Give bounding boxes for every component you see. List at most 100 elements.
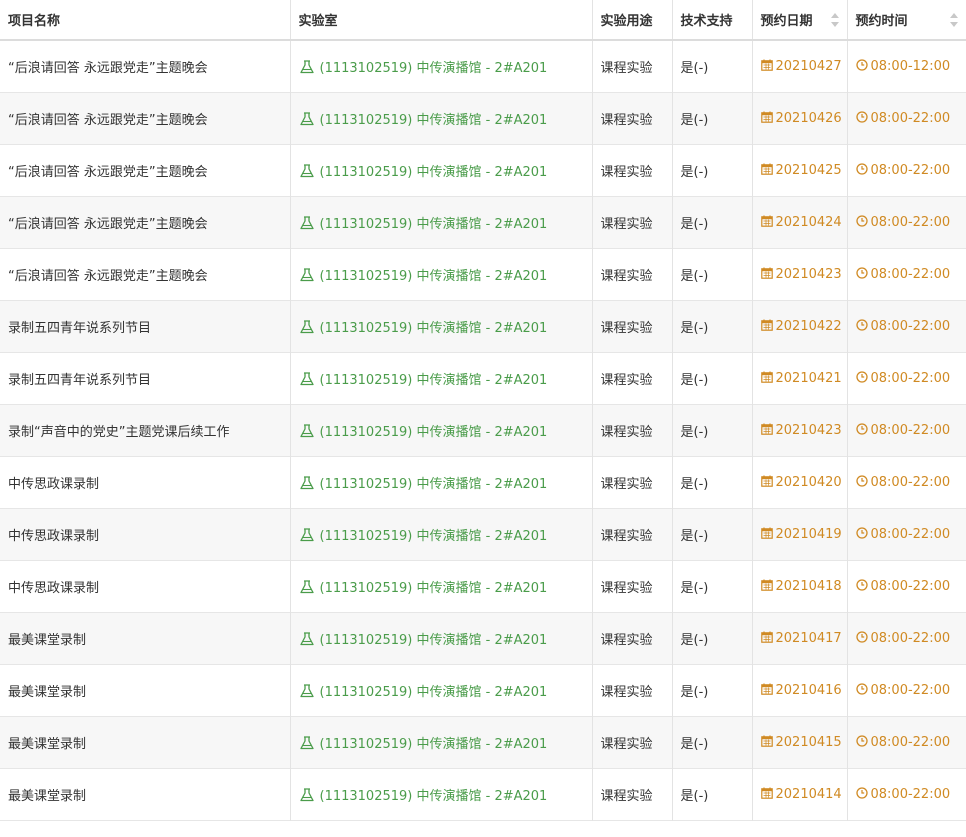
cell-tech-support: 是(-): [672, 456, 753, 508]
cell-lab[interactable]: (1113102519) 中传演播馆 - 2#A201: [290, 664, 593, 716]
table-row[interactable]: “后浪请回答 永远跟党走”主题晚会 (1113102519) 中传演播馆 - 2#…: [0, 144, 966, 196]
project-name: “后浪请回答 永远跟党走”主题晚会: [8, 112, 208, 128]
flask-icon: [299, 111, 315, 126]
cell-lab[interactable]: (1113102519) 中传演播馆 - 2#A201: [290, 716, 593, 768]
cell-usage: 课程实验: [592, 144, 673, 196]
lab-name[interactable]: (1113102519) 中传演播馆 - 2#A201: [320, 61, 548, 76]
cell-lab[interactable]: (1113102519) 中传演播馆 - 2#A201: [290, 456, 593, 508]
date-text: 20210417: [775, 630, 842, 646]
cell-lab[interactable]: (1113102519) 中传演播馆 - 2#A201: [290, 768, 593, 820]
column-header-tech-support[interactable]: 技术支持: [672, 0, 753, 41]
lab-name[interactable]: (1113102519) 中传演播馆 - 2#A201: [320, 477, 548, 492]
cell-time: 08:00-22:00: [847, 768, 966, 820]
cell-usage: 课程实验: [592, 352, 673, 404]
clock-icon: [855, 59, 868, 71]
lab-name[interactable]: (1113102519) 中传演播馆 - 2#A201: [320, 373, 548, 388]
cell-project: “后浪请回答 永远跟党走”主题晚会: [0, 248, 291, 300]
table-row[interactable]: 录制“声音中的党史”主题党课后续工作 (1113102519) 中传演播馆 - 2…: [0, 404, 966, 456]
date-text: 20210416: [775, 682, 842, 698]
reservation-table: 项目名称 实验室 实验用途 技术支持 预约日期 预约时间 “后浪请回答 永远跟党…: [0, 0, 966, 821]
table-row[interactable]: 中传思政课录制 (1113102519) 中传演播馆 - 2#A201 课程实验 是(…: [0, 508, 966, 560]
tech-support-text: 是(-): [680, 476, 709, 492]
usage-text: 课程实验: [600, 632, 653, 648]
cell-time: 08:00-12:00: [847, 40, 966, 92]
time-text: 08:00-22:00: [870, 630, 951, 646]
cell-lab[interactable]: (1113102519) 中传演播馆 - 2#A201: [290, 508, 593, 560]
usage-text: 课程实验: [600, 60, 653, 76]
table-row[interactable]: 最美课堂录制 (1113102519) 中传演播馆 - 2#A201 课程实验 是(-…: [0, 768, 966, 820]
cell-lab[interactable]: (1113102519) 中传演播馆 - 2#A201: [290, 300, 593, 352]
lab-name[interactable]: (1113102519) 中传演播馆 - 2#A201: [320, 789, 548, 804]
usage-text: 课程实验: [600, 268, 653, 284]
table-row[interactable]: 录制五四青年说系列节目 (1113102519) 中传演播馆 - 2#A201 课程…: [0, 300, 966, 352]
table-row[interactable]: “后浪请回答 永远跟党走”主题晚会 (1113102519) 中传演播馆 - 2#…: [0, 196, 966, 248]
time-text: 08:00-12:00: [870, 58, 951, 74]
table-row[interactable]: 最美课堂录制 (1113102519) 中传演播馆 - 2#A201 课程实验 是(-…: [0, 612, 966, 664]
date-text: 20210418: [775, 578, 842, 594]
flask-icon: [299, 787, 315, 802]
cell-lab[interactable]: (1113102519) 中传演播馆 - 2#A201: [290, 404, 593, 456]
lab-name[interactable]: (1113102519) 中传演播馆 - 2#A201: [320, 165, 548, 180]
usage-text: 课程实验: [600, 476, 653, 492]
table-row[interactable]: 中传思政课录制 (1113102519) 中传演播馆 - 2#A201 课程实验 是(…: [0, 560, 966, 612]
time-text: 08:00-22:00: [870, 682, 951, 698]
table-row[interactable]: “后浪请回答 永远跟党走”主题晚会 (1113102519) 中传演播馆 - 2#…: [0, 92, 966, 144]
cell-tech-support: 是(-): [672, 716, 753, 768]
tech-support-text: 是(-): [680, 424, 709, 440]
project-name: 中传思政课录制: [8, 580, 100, 596]
table-row[interactable]: 最美课堂录制 (1113102519) 中传演播馆 - 2#A201 课程实验 是(-…: [0, 716, 966, 768]
cell-lab[interactable]: (1113102519) 中传演播馆 - 2#A201: [290, 196, 593, 248]
table-row[interactable]: 中传思政课录制 (1113102519) 中传演播馆 - 2#A201 课程实验 是(…: [0, 456, 966, 508]
project-name: 最美课堂录制: [8, 788, 87, 804]
cell-lab[interactable]: (1113102519) 中传演播馆 - 2#A201: [290, 144, 593, 196]
flask-icon: [299, 527, 315, 542]
table-row[interactable]: “后浪请回答 永远跟党走”主题晚会 (1113102519) 中传演播馆 - 2#…: [0, 248, 966, 300]
cell-tech-support: 是(-): [672, 612, 753, 664]
lab-name[interactable]: (1113102519) 中传演播馆 - 2#A201: [320, 581, 548, 596]
date-text: 20210415: [775, 734, 842, 750]
calendar-icon: [760, 527, 773, 539]
cell-lab[interactable]: (1113102519) 中传演播馆 - 2#A201: [290, 248, 593, 300]
cell-lab[interactable]: (1113102519) 中传演播馆 - 2#A201: [290, 92, 593, 144]
sort-icon[interactable]: [830, 13, 839, 27]
cell-project: “后浪请回答 永远跟党走”主题晚会: [0, 196, 291, 248]
lab-name[interactable]: (1113102519) 中传演播馆 - 2#A201: [320, 425, 548, 440]
sort-icon[interactable]: [950, 13, 958, 27]
table-row[interactable]: 录制五四青年说系列节目 (1113102519) 中传演播馆 - 2#A201 课程…: [0, 352, 966, 404]
tech-support-text: 是(-): [680, 164, 709, 180]
lab-name[interactable]: (1113102519) 中传演播馆 - 2#A201: [320, 321, 548, 336]
column-header-usage[interactable]: 实验用途: [592, 0, 673, 41]
cell-time: 08:00-22:00: [847, 144, 966, 196]
cell-lab[interactable]: (1113102519) 中传演播馆 - 2#A201: [290, 560, 593, 612]
tech-support-text: 是(-): [680, 736, 709, 752]
column-header-project[interactable]: 项目名称: [0, 0, 291, 41]
column-header-lab[interactable]: 实验室: [290, 0, 593, 41]
cell-lab[interactable]: (1113102519) 中传演播馆 - 2#A201: [290, 40, 593, 92]
cell-project: 录制五四青年说系列节目: [0, 352, 291, 404]
column-header-time[interactable]: 预约时间: [847, 0, 966, 41]
lab-name[interactable]: (1113102519) 中传演播馆 - 2#A201: [320, 113, 548, 128]
column-header-date-label: 预约日期: [760, 14, 813, 29]
column-header-date[interactable]: 预约日期: [752, 0, 848, 41]
clock-icon: [855, 682, 868, 695]
lab-name[interactable]: (1113102519) 中传演播馆 - 2#A201: [320, 217, 548, 232]
flask-icon: [299, 735, 315, 750]
cell-lab[interactable]: (1113102519) 中传演播馆 - 2#A201: [290, 612, 593, 664]
time-text: 08:00-22:00: [870, 110, 951, 126]
flask-icon: [299, 475, 315, 490]
cell-date: 20210423: [752, 248, 848, 300]
clock-icon: [855, 786, 868, 799]
lab-name[interactable]: (1113102519) 中传演播馆 - 2#A201: [320, 269, 548, 284]
tech-support-text: 是(-): [680, 788, 709, 804]
time-text: 08:00-22:00: [870, 214, 951, 230]
table-row[interactable]: 最美课堂录制 (1113102519) 中传演播馆 - 2#A201 课程实验 是(-…: [0, 664, 966, 716]
cell-lab[interactable]: (1113102519) 中传演播馆 - 2#A201: [290, 352, 593, 404]
table-body: “后浪请回答 永远跟党走”主题晚会 (1113102519) 中传演播馆 - 2#…: [0, 40, 966, 820]
cell-project: 最美课堂录制: [0, 612, 291, 664]
lab-name[interactable]: (1113102519) 中传演播馆 - 2#A201: [320, 685, 548, 700]
table-row[interactable]: “后浪请回答 永远跟党走”主题晚会 (1113102519) 中传演播馆 - 2#…: [0, 40, 966, 92]
tech-support-text: 是(-): [680, 112, 709, 128]
lab-name[interactable]: (1113102519) 中传演播馆 - 2#A201: [320, 633, 548, 648]
lab-name[interactable]: (1113102519) 中传演播馆 - 2#A201: [320, 529, 548, 544]
lab-name[interactable]: (1113102519) 中传演播馆 - 2#A201: [320, 737, 548, 752]
